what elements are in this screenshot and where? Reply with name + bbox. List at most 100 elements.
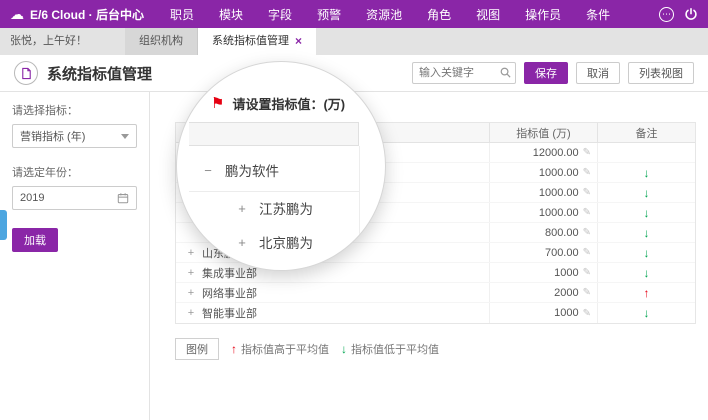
expand-toggle[interactable]: + [186, 287, 196, 299]
menu-item-operator[interactable]: 操作员 [525, 6, 561, 23]
trend-down-icon: ↓ [644, 206, 650, 220]
collapse-toggle[interactable]: − [201, 163, 215, 178]
year-input[interactable]: 2019 [12, 186, 137, 210]
trend-up-icon: ↑ [644, 286, 650, 300]
main-menu: 职员 模块 字段 预警 资源池 角色 视图 操作员 条件 [170, 6, 610, 23]
indicator-label: 请选择指标： [12, 102, 137, 118]
indicator-value: 1000 [554, 307, 578, 319]
save-button[interactable]: 保存 [524, 62, 568, 84]
topbar-right: ⋯ [659, 7, 698, 22]
expand-toggle[interactable]: + [235, 235, 249, 250]
document-icon [14, 61, 38, 85]
org-name: 鹏为软件 [225, 160, 279, 180]
table-row: + 网络事业部 2000 ✎ ↑ [176, 283, 695, 303]
cancel-button[interactable]: 取消 [576, 62, 620, 84]
org-name: 智能事业部 [202, 305, 257, 321]
topbar: ☁ E/6 Cloud · 后台中心 职员 模块 字段 预警 资源池 角色 视图… [0, 0, 708, 28]
col-header-remark: 备注 [597, 123, 695, 142]
search-box [412, 62, 516, 84]
indicator-value: 12000.00 [533, 147, 579, 159]
menu-item-role[interactable]: 角色 [427, 6, 451, 23]
tabs: 组织机构 系统指标值管理 × [125, 28, 316, 55]
menu-item-condition[interactable]: 条件 [586, 6, 610, 23]
tab-indicator-management[interactable]: 系统指标值管理 × [198, 28, 316, 55]
org-name: 网络事业部 [202, 285, 257, 301]
table-row: + 智能事业部 1000 ✎ ↓ [176, 303, 695, 323]
cloud-icon: ☁ [10, 7, 24, 21]
magnified-row: + 江苏鹏为 [235, 198, 313, 218]
menu-item-alert[interactable]: 预警 [317, 6, 341, 23]
edit-icon[interactable]: ✎ [583, 187, 591, 198]
search-icon[interactable] [499, 66, 512, 84]
magnifier-bubble: ⚑ 请设置指标值：(万) − 鹏为软件 + 江苏鹏为 + 北京鹏为 [176, 61, 386, 271]
collapse-panel-handle[interactable] [0, 210, 7, 240]
indicator-value: 1000.00 [539, 167, 579, 179]
app-window: ☁ E/6 Cloud · 后台中心 职员 模块 字段 预警 资源池 角色 视图… [0, 0, 708, 420]
set-indicator-title: 请设置指标值：(万) [232, 94, 345, 113]
magnified-table-header [189, 122, 359, 146]
org-name: 江苏鹏为 [259, 198, 313, 218]
menu-item-resource-pool[interactable]: 资源池 [366, 6, 402, 23]
calendar-icon [117, 192, 129, 204]
edit-icon[interactable]: ✎ [583, 308, 591, 319]
brand-text: E/6 Cloud · 后台中心 [30, 6, 144, 23]
indicator-value: 1000.00 [539, 207, 579, 219]
edit-icon[interactable]: ✎ [583, 247, 591, 258]
expand-toggle[interactable]: + [186, 267, 196, 279]
edit-icon[interactable]: ✎ [583, 167, 591, 178]
power-icon[interactable] [684, 7, 698, 21]
flag-icon: ⚑ [211, 96, 224, 111]
col-header-value: 指标值 (万) [489, 123, 597, 142]
indicator-select-value: 营销指标 (年) [20, 128, 85, 144]
expand-toggle[interactable]: + [186, 247, 196, 259]
trend-down-icon: ↓ [644, 166, 650, 180]
trend-down-icon: ↓ [644, 226, 650, 240]
edit-icon[interactable]: ✎ [583, 147, 591, 158]
tabbar: 张悦，上午好！ 组织机构 系统指标值管理 × [0, 28, 708, 55]
menu-item-module[interactable]: 模块 [219, 6, 243, 23]
header-actions: 保存 取消 列表视图 [412, 62, 694, 84]
edit-icon[interactable]: ✎ [583, 227, 591, 238]
indicator-value: 1000 [554, 267, 578, 279]
org-name: 北京鹏为 [259, 232, 313, 252]
close-icon[interactable]: × [295, 28, 302, 55]
legend-label: 图例 [175, 338, 219, 360]
indicator-value: 700.00 [545, 247, 579, 259]
magnifier-title-row: ⚑ 请设置指标值：(万) [211, 94, 345, 113]
tab-label: 系统指标值管理 [212, 28, 289, 55]
page-title: 系统指标值管理 [47, 63, 152, 84]
trend-down-icon: ↓ [644, 266, 650, 280]
list-view-button[interactable]: 列表视图 [628, 62, 694, 84]
expand-toggle[interactable]: + [235, 201, 249, 216]
menu-item-staff[interactable]: 职员 [170, 6, 194, 23]
chevron-down-icon [121, 134, 129, 139]
year-value: 2019 [20, 192, 44, 204]
filter-panel: 请选择指标： 营销指标 (年) 请选定年份： 2019 加载 [0, 92, 150, 420]
legend: 图例 ↑ 指标值高于平均值 ↓ 指标值低于平均值 [175, 338, 696, 360]
edit-icon[interactable]: ✎ [583, 207, 591, 218]
trend-down-icon: ↓ [644, 246, 650, 260]
magnified-row-divider [189, 191, 359, 192]
edit-icon[interactable]: ✎ [583, 287, 591, 298]
indicator-value: 800.00 [545, 227, 579, 239]
tab-label: 组织机构 [139, 28, 183, 55]
magnified-row: + 北京鹏为 [235, 232, 313, 252]
indicator-value: 2000 [554, 287, 578, 299]
magnified-row: − 鹏为软件 [201, 160, 279, 180]
down-arrow-icon: ↓ [341, 342, 347, 356]
more-icon[interactable]: ⋯ [659, 7, 674, 22]
indicator-value: 1000.00 [539, 187, 579, 199]
brand: ☁ E/6 Cloud · 后台中心 [10, 6, 144, 23]
load-button[interactable]: 加载 [12, 228, 58, 252]
menu-item-field[interactable]: 字段 [268, 6, 292, 23]
menu-item-view[interactable]: 视图 [476, 6, 500, 23]
edit-icon[interactable]: ✎ [583, 267, 591, 278]
expand-toggle[interactable]: + [186, 307, 196, 319]
year-label: 请选定年份： [12, 164, 137, 180]
legend-text: 指标值低于平均值 [351, 341, 439, 357]
greeting-text: 张悦，上午好！ [0, 28, 97, 55]
indicator-select[interactable]: 营销指标 (年) [12, 124, 137, 148]
legend-item-down: ↓ 指标值低于平均值 [341, 341, 439, 357]
page-header: 系统指标值管理 保存 取消 列表视图 [0, 55, 708, 92]
tab-org-structure[interactable]: 组织机构 [125, 28, 198, 55]
